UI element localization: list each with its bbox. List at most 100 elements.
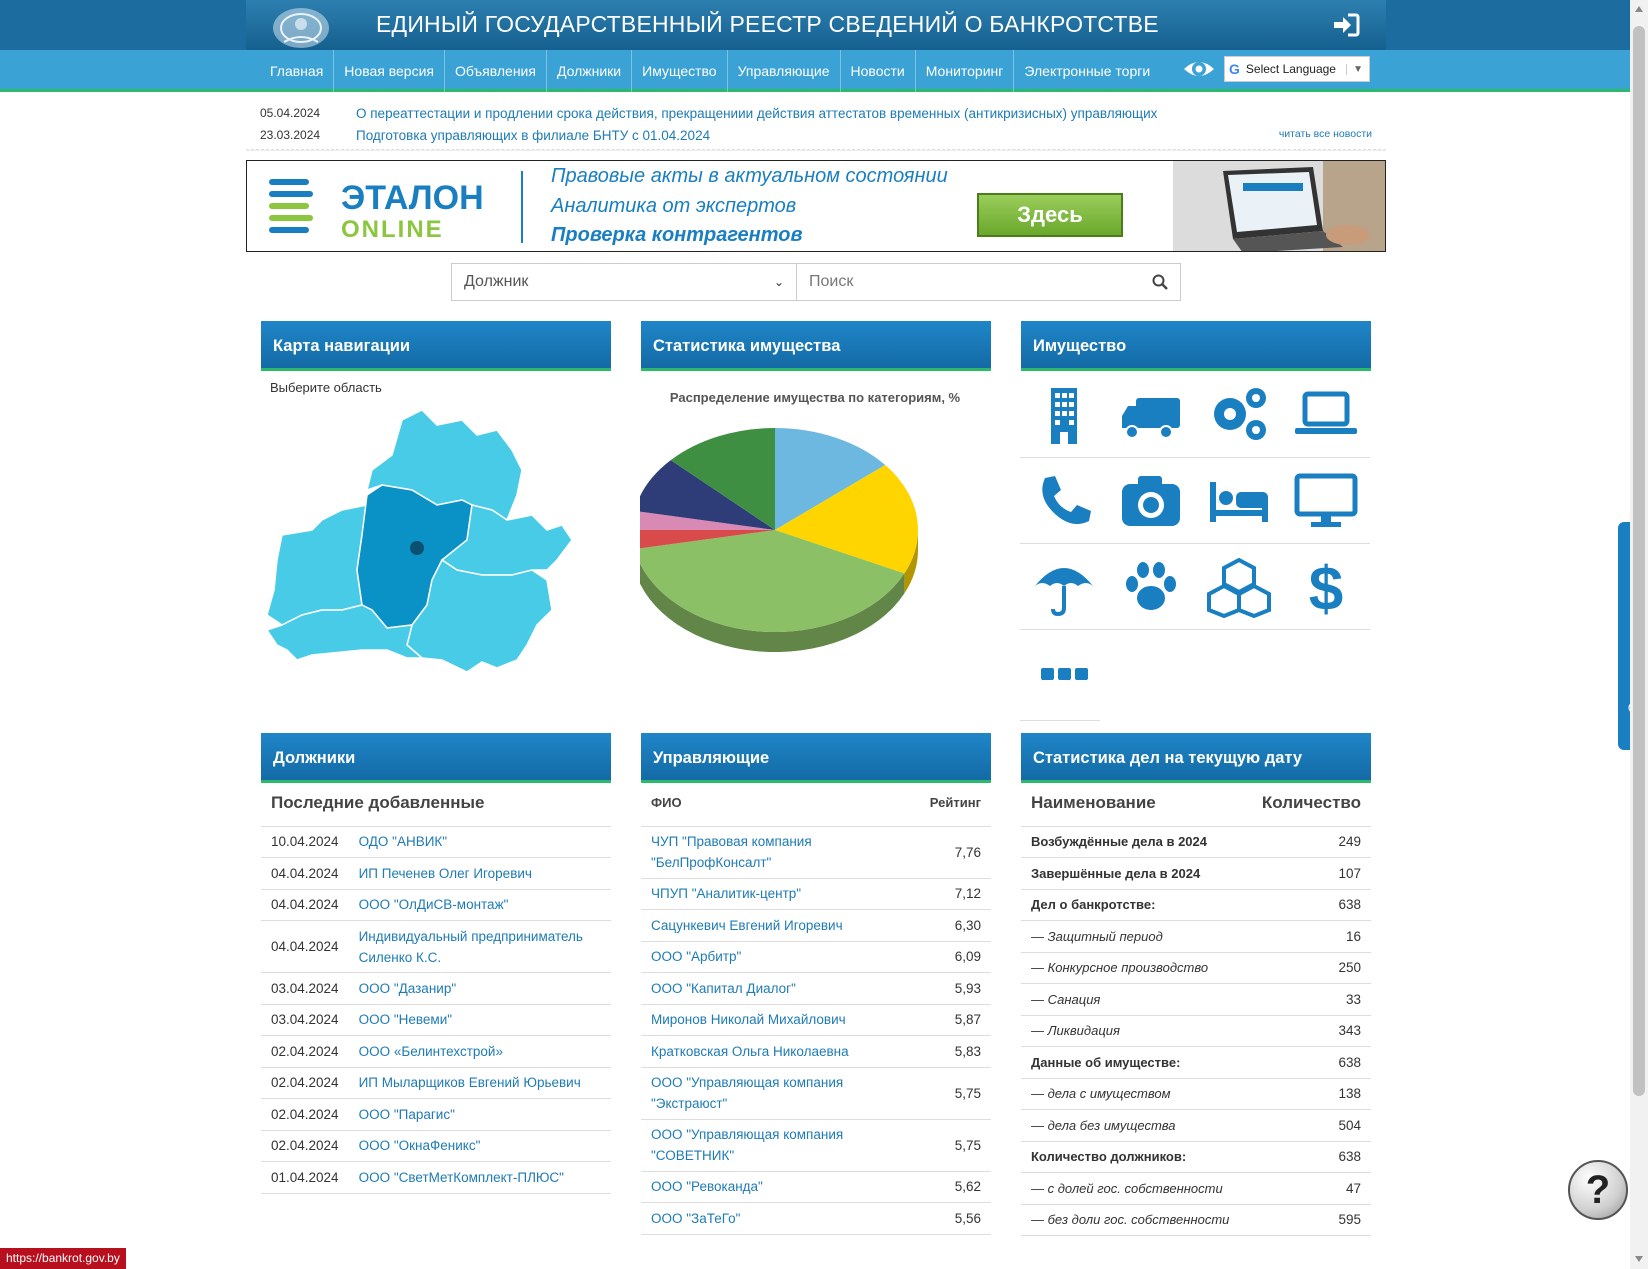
debtor-name-link[interactable]: ИП Мыларщиков Евгений Юрьевич [348, 1067, 611, 1099]
news-item[interactable]: 23.03.2024 Подготовка управляющих в фили… [260, 128, 710, 148]
property-pie-chart [640, 428, 918, 652]
case-stat-count: 138 [1247, 1078, 1371, 1110]
debtor-date: 03.04.2024 [261, 972, 349, 1005]
nav-item[interactable]: Должники [547, 50, 633, 92]
scroll-up-arrow-icon[interactable] [1635, 6, 1643, 12]
help-button[interactable]: ? [1568, 1160, 1628, 1220]
building-icon[interactable] [1020, 384, 1108, 446]
manager-name-link[interactable]: Миронов Николай Михайлович [641, 1004, 881, 1036]
debtor-date: 01.04.2024 [261, 1161, 349, 1194]
phone-icon[interactable] [1020, 470, 1108, 532]
table-row: — Санация 33 [1021, 983, 1371, 1016]
nav-item[interactable]: Электронные торги [1014, 50, 1160, 92]
table-row: 02.04.2024 ООО "Парагис" [261, 1098, 611, 1131]
debtor-date: 10.04.2024 [261, 826, 349, 858]
case-stat-label: Завершённые дела в 2024 [1021, 857, 1248, 890]
dollar-icon[interactable]: $ [1283, 556, 1371, 618]
search-category-select[interactable]: Должник ⌄ [451, 263, 797, 301]
debtor-name-link[interactable]: ОДО "АНВИК" [348, 826, 611, 858]
truck-icon[interactable] [1108, 384, 1196, 446]
gears-icon[interactable] [1195, 384, 1283, 446]
banner-brand-top: ЭТАЛОН [341, 179, 484, 217]
stats-panel-header: Статистика имущества [641, 321, 991, 371]
monitor-icon[interactable] [1283, 470, 1371, 532]
debtor-name-link[interactable]: ООО "СветМетКомплект-ПЛЮС" [348, 1161, 611, 1194]
manager-name-link[interactable]: ЧУП "Правовая компания "БелПрофКонсалт" [641, 826, 881, 879]
manager-name-link[interactable]: ООО "Арбитр" [641, 941, 881, 973]
case-stat-count: 504 [1247, 1109, 1371, 1142]
language-select[interactable]: G Select Language ▼ [1224, 56, 1370, 82]
manager-name-link[interactable]: ООО "Управляющая компания "СОВЕТНИК" [641, 1119, 881, 1172]
debtor-name-link[interactable]: ООО "Дазанир" [348, 972, 611, 1005]
scroll-thumb[interactable] [1633, 26, 1645, 1096]
manager-name-link[interactable]: ООО "ЗаТеГо" [641, 1202, 881, 1235]
paw-icon[interactable] [1108, 556, 1196, 618]
manager-rating: 6,30 [881, 909, 991, 942]
debtor-name-link[interactable]: ООО «Белинтехстрой» [348, 1035, 611, 1068]
debtor-date: 02.04.2024 [261, 1067, 349, 1099]
debtor-date: 04.04.2024 [261, 889, 349, 921]
manager-rating: 5,75 [881, 1119, 991, 1172]
login-icon[interactable] [1332, 13, 1360, 37]
map-hint: Выберите область [270, 380, 382, 395]
manager-name-link[interactable]: Сацункевич Евгений Игоревич [641, 909, 881, 942]
news-item[interactable]: 05.04.2024 О переаттестации и продлении … [260, 106, 1157, 126]
nav-item[interactable]: Новости [841, 50, 916, 92]
table-row: — дела без имущества 504 [1021, 1109, 1371, 1142]
table-row: Количество должников: 638 [1021, 1141, 1371, 1173]
table-row: 02.04.2024 ИП Мыларщиков Евгений Юрьевич [261, 1067, 611, 1099]
laptop-icon[interactable] [1283, 384, 1371, 446]
more-icon[interactable] [1020, 642, 1108, 704]
manager-name-link[interactable]: ЧПУП "Аналитик-центр" [641, 878, 881, 910]
page-scrollbar[interactable] [1630, 0, 1648, 1269]
news-title-link[interactable]: О переаттестации и продлении срока дейст… [356, 106, 1157, 126]
debtor-name-link[interactable]: Индивидуальный предприниматель Силенко К… [348, 920, 611, 973]
nav-item[interactable]: Новая версия [334, 50, 445, 92]
search-icon[interactable] [1152, 274, 1168, 290]
nav-item[interactable]: Управляющие [728, 50, 841, 92]
debtors-table: Последние добавленные 10.04.2024 ОДО "АНВ… [261, 780, 611, 1194]
manager-rating: 5,62 [881, 1171, 991, 1203]
manager-name-link[interactable]: Кратковская Ольга Николаевна [641, 1035, 881, 1068]
etalon-banner[interactable]: ЭТАЛОН ONLINE Правовые акты в актуальном… [246, 160, 1386, 252]
manager-name-link[interactable]: ООО "Капитал Диалог" [641, 972, 881, 1005]
debtor-date: 04.04.2024 [261, 920, 349, 973]
umbrella-icon[interactable] [1020, 556, 1108, 618]
manager-name-link[interactable]: ООО "Управляющая компания "Экстраюст" [641, 1067, 881, 1120]
nav-item[interactable]: Мониторинг [916, 50, 1015, 92]
debtor-name-link[interactable]: ООО "ОкнаФеникс" [348, 1130, 611, 1162]
news-date: 05.04.2024 [260, 106, 321, 120]
news-ticker: 05.04.2024 О переаттестации и продлении … [246, 92, 1386, 150]
debtor-name-link[interactable]: ООО "Невеми" [348, 1004, 611, 1036]
search-input[interactable]: Поиск [797, 263, 1181, 301]
manager-name-link[interactable]: ООО "Ревоканда" [641, 1171, 881, 1203]
banner-here-button[interactable]: Здесь [977, 193, 1123, 237]
bed-icon[interactable] [1195, 470, 1283, 532]
table-row: ООО "Ревоканда" 5,62 [641, 1171, 991, 1203]
table-row: ООО "ЗаТеГо" 5,56 [641, 1202, 991, 1235]
camera-icon[interactable] [1108, 470, 1196, 532]
case-stat-label: Дел о банкротстве: [1021, 889, 1248, 921]
search-bar: Должник ⌄ Поиск [451, 263, 1181, 301]
boxes-icon[interactable] [1195, 556, 1283, 618]
debtor-name-link[interactable]: ООО "ОлДиСВ-монтаж" [348, 889, 611, 921]
debtor-name-link[interactable]: ИП Печенев Олег Игоревич [348, 857, 611, 890]
table-row: ООО "Управляющая компания "Экстраюст" 5,7… [641, 1067, 991, 1120]
manager-rating: 5,93 [881, 972, 991, 1005]
case-stat-count: 107 [1247, 857, 1371, 890]
debtor-name-link[interactable]: ООО "Парагис" [348, 1098, 611, 1131]
nav-item[interactable]: Главная [260, 50, 335, 92]
eye-icon[interactable] [1182, 56, 1216, 82]
table-row: ЧПУП "Аналитик-центр" 7,12 [641, 878, 991, 910]
nav-item[interactable]: Имущество [632, 50, 728, 92]
emblem-logo[interactable] [270, 4, 332, 48]
case-stat-label: Возбуждённые дела в 2024 [1021, 826, 1248, 858]
search-category-value: Должник [464, 273, 529, 290]
read-all-news-link[interactable]: читать все новости [1279, 128, 1372, 140]
news-title-link[interactable]: Подготовка управляющих в филиале БНТУ с … [356, 128, 710, 148]
svg-text:$: $ [1309, 556, 1343, 618]
laptop-photo [1173, 161, 1385, 251]
map-capital-marker[interactable] [410, 541, 424, 555]
nav-item[interactable]: Объявления [445, 50, 547, 92]
scroll-down-arrow-icon[interactable] [1635, 1256, 1643, 1262]
